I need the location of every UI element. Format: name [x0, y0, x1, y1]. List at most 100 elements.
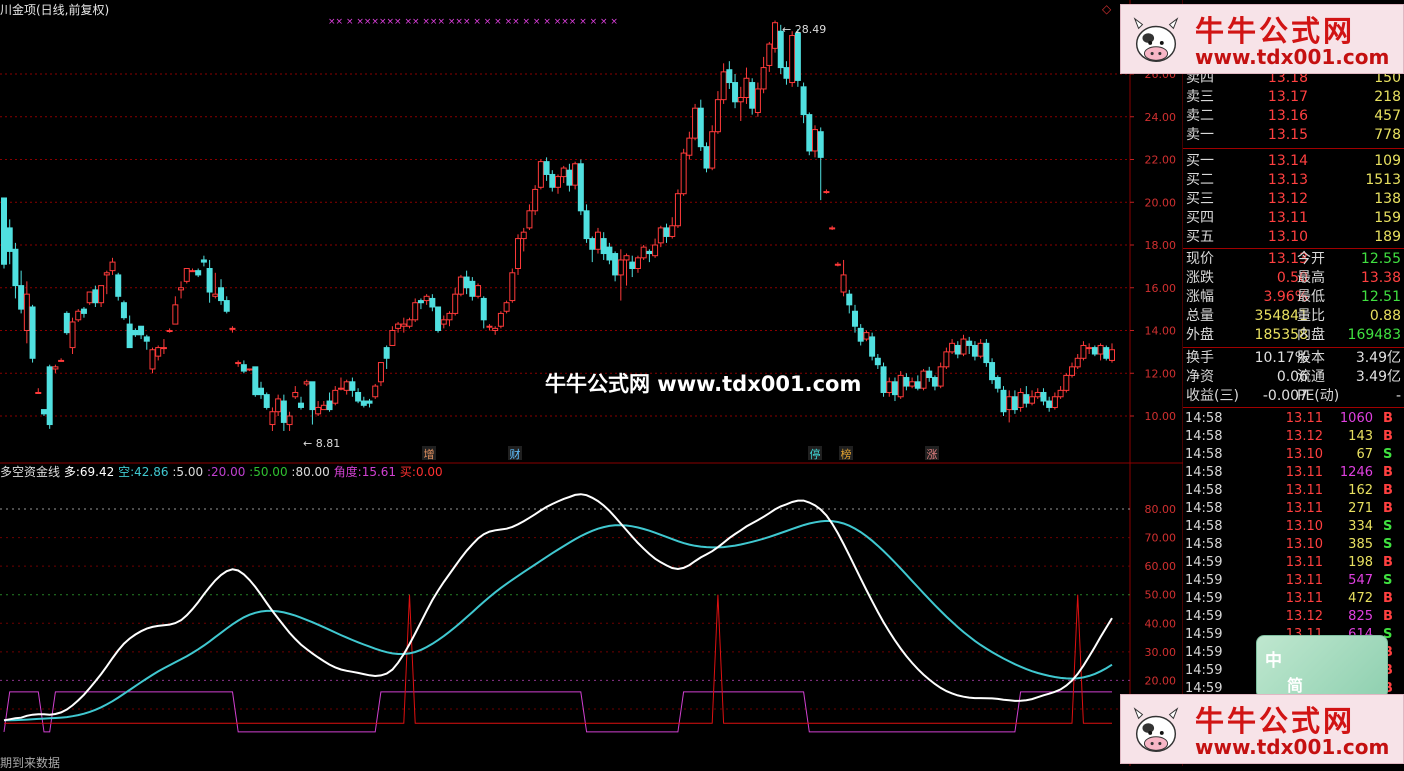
candle-body [109, 261, 116, 272]
candle-body [486, 325, 493, 328]
candle-body [149, 349, 156, 370]
candle-body [457, 276, 464, 295]
duo-value: 69.42 [79, 465, 115, 479]
candle-body [960, 338, 967, 355]
sell-volume: 218 [1374, 89, 1401, 105]
cow-logo-icon [1133, 707, 1179, 752]
candle-body [372, 385, 379, 398]
candle-body [75, 310, 82, 321]
info-row: 收益(三) -0.007 PE(动) - [1183, 387, 1404, 406]
candle-body [1063, 374, 1070, 391]
level-4: 80.00 [295, 465, 330, 479]
candle-body [640, 246, 647, 259]
candle-body [35, 391, 42, 394]
candle-body [760, 67, 767, 90]
candle-body [817, 131, 824, 158]
level-1: 5.00 [176, 465, 204, 479]
candle-body [1057, 389, 1064, 398]
candle-body [183, 268, 190, 282]
candle-body [954, 344, 961, 355]
candle-body [674, 193, 681, 227]
tick-row: 14:58 13.11 1060 B [1183, 410, 1404, 428]
candle-body [537, 161, 544, 188]
candle-body [189, 270, 196, 273]
candle-body [926, 370, 933, 379]
tick-side: B [1383, 411, 1393, 426]
tick-time: 14:59 [1185, 573, 1223, 588]
tick-price: 13.12 [1285, 609, 1323, 624]
candle-body [1034, 391, 1041, 398]
stat-row: 涨幅 3.96% 最低 12.51 [1183, 288, 1404, 307]
event-marker: 停 [810, 447, 821, 461]
duo-line [3, 493, 1113, 722]
buy-row: 买一 13.14 109 [1183, 152, 1404, 171]
candle-body [406, 319, 413, 327]
buy-price: 13.12 [1267, 191, 1308, 207]
tick-volume: 271 [1348, 501, 1373, 516]
expand-icon[interactable]: ◇ [1102, 2, 1111, 16]
candle-body [143, 336, 150, 342]
tick-side: B [1383, 609, 1393, 624]
candle-body [6, 227, 13, 252]
ime-widget[interactable]: 中 简 [1256, 635, 1388, 699]
tick-volume: 162 [1348, 483, 1373, 498]
candle-body [178, 287, 185, 291]
tick-volume: 825 [1348, 609, 1373, 624]
sell-price: 13.16 [1267, 108, 1308, 124]
candle-body [155, 347, 162, 357]
candle-body [132, 330, 139, 336]
candle-body [754, 88, 761, 113]
candle-body [240, 364, 247, 372]
info-row: 净资 0.06 流通 3.49亿 [1183, 368, 1404, 387]
book-separator [1183, 148, 1404, 149]
candle-body [789, 35, 796, 84]
candle-body [1091, 347, 1098, 355]
candle-body [909, 381, 916, 387]
stat-row: 外盘 185358 内盘 169483 [1183, 326, 1404, 345]
indicator-axis-label: 20.00 [1145, 674, 1177, 687]
stat-label: 外盘 [1186, 327, 1214, 343]
tick-side: B [1383, 465, 1393, 480]
buy-label: 买一 [1186, 153, 1214, 169]
candle-body [246, 368, 253, 371]
angle-line [3, 691, 1112, 733]
candle-body [475, 285, 482, 297]
buy-price: 13.13 [1267, 172, 1308, 188]
candle-body [103, 272, 110, 276]
candle-body [166, 330, 173, 332]
candle-body [766, 43, 773, 66]
sell-row: 卖一 13.15 778 [1183, 126, 1404, 145]
candle-body [412, 302, 419, 321]
candle-body [772, 22, 779, 49]
candle-body [160, 347, 167, 350]
candle-body [1046, 400, 1053, 408]
tick-row: 14:59 13.11 547 S [1183, 572, 1404, 590]
indicator-axis-label: 80.00 [1145, 503, 1177, 516]
candle-body [315, 406, 322, 415]
chart-title: 川金项(日线,前复权) [0, 3, 110, 17]
candle-body [977, 342, 984, 357]
candle-body [949, 342, 956, 353]
buy-volume: 189 [1374, 229, 1401, 245]
indicator-name: 多空资金线 [0, 465, 61, 479]
candle-body [337, 387, 344, 390]
candle-body [634, 257, 641, 270]
price-axis-label: 22.00 [1145, 154, 1177, 167]
candle-body [1011, 396, 1018, 411]
bottom-note: 期到来数据 [0, 756, 61, 770]
candle-body [29, 306, 36, 359]
indicator-axis-label: 40.00 [1145, 617, 1177, 630]
buy-label: 买二 [1186, 172, 1214, 188]
tick-time: 14:58 [1185, 429, 1223, 444]
candle-body [138, 325, 145, 336]
candle-body [297, 402, 304, 408]
candle-body [903, 377, 910, 387]
price-axis-label: 24.00 [1145, 111, 1177, 124]
ad-banner-bottom[interactable]: 牛牛公式网 www.tdx001.com [1120, 694, 1404, 764]
candle-body [497, 312, 504, 327]
buy-price: 13.11 [1267, 210, 1308, 226]
candle-body [303, 381, 310, 385]
info-row: 换手 10.17% 股本 3.49亿 [1183, 349, 1404, 368]
ad-banner-top[interactable]: 牛牛公式网 www.tdx001.com [1120, 4, 1404, 74]
tick-price: 13.11 [1285, 483, 1323, 498]
